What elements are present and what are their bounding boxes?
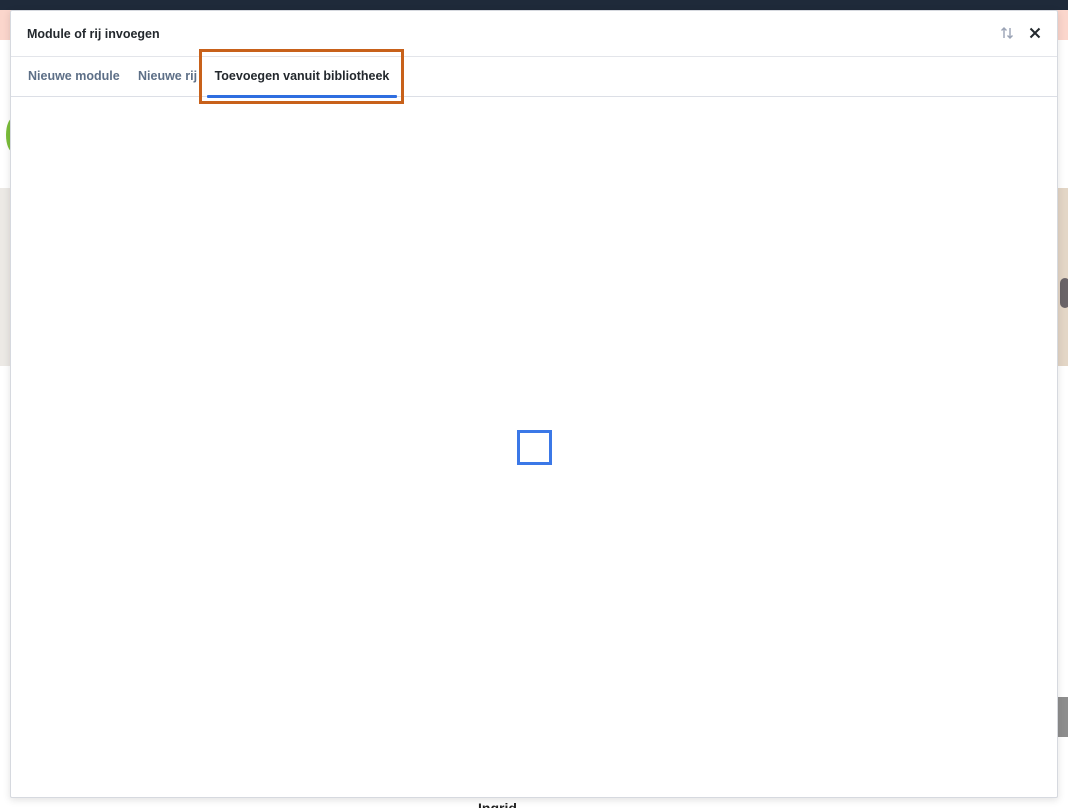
tab-new-row[interactable]: Nieuwe rij — [138, 57, 197, 97]
background-scroll-top-button — [1058, 697, 1068, 737]
modal-title: Module of rij invoegen — [27, 27, 160, 41]
tab-new-module[interactable]: Nieuwe module — [28, 57, 120, 97]
modal-header: Module of rij invoegen — [11, 11, 1057, 57]
sort-button[interactable] — [997, 23, 1017, 43]
admin-top-bar — [0, 0, 1068, 10]
loading-spinner — [517, 430, 552, 465]
active-tab-indicator — [207, 95, 397, 98]
modal-tabs: Nieuwe module Nieuwe rij Toevoegen vanui… — [11, 57, 1057, 98]
sort-arrows-icon — [1001, 27, 1013, 39]
close-icon — [1029, 27, 1041, 39]
insert-module-modal: Module of rij invoegen Nieuwe module Nie… — [10, 10, 1058, 798]
close-button[interactable] — [1025, 23, 1045, 43]
tab-add-from-library[interactable]: Toevoegen vanuit bibliotheek — [207, 57, 397, 98]
background-author-name: Ingrid — [478, 800, 517, 808]
tab-add-from-library-label: Toevoegen vanuit bibliotheek — [214, 69, 390, 83]
background-hero-image-edge — [1058, 188, 1068, 366]
